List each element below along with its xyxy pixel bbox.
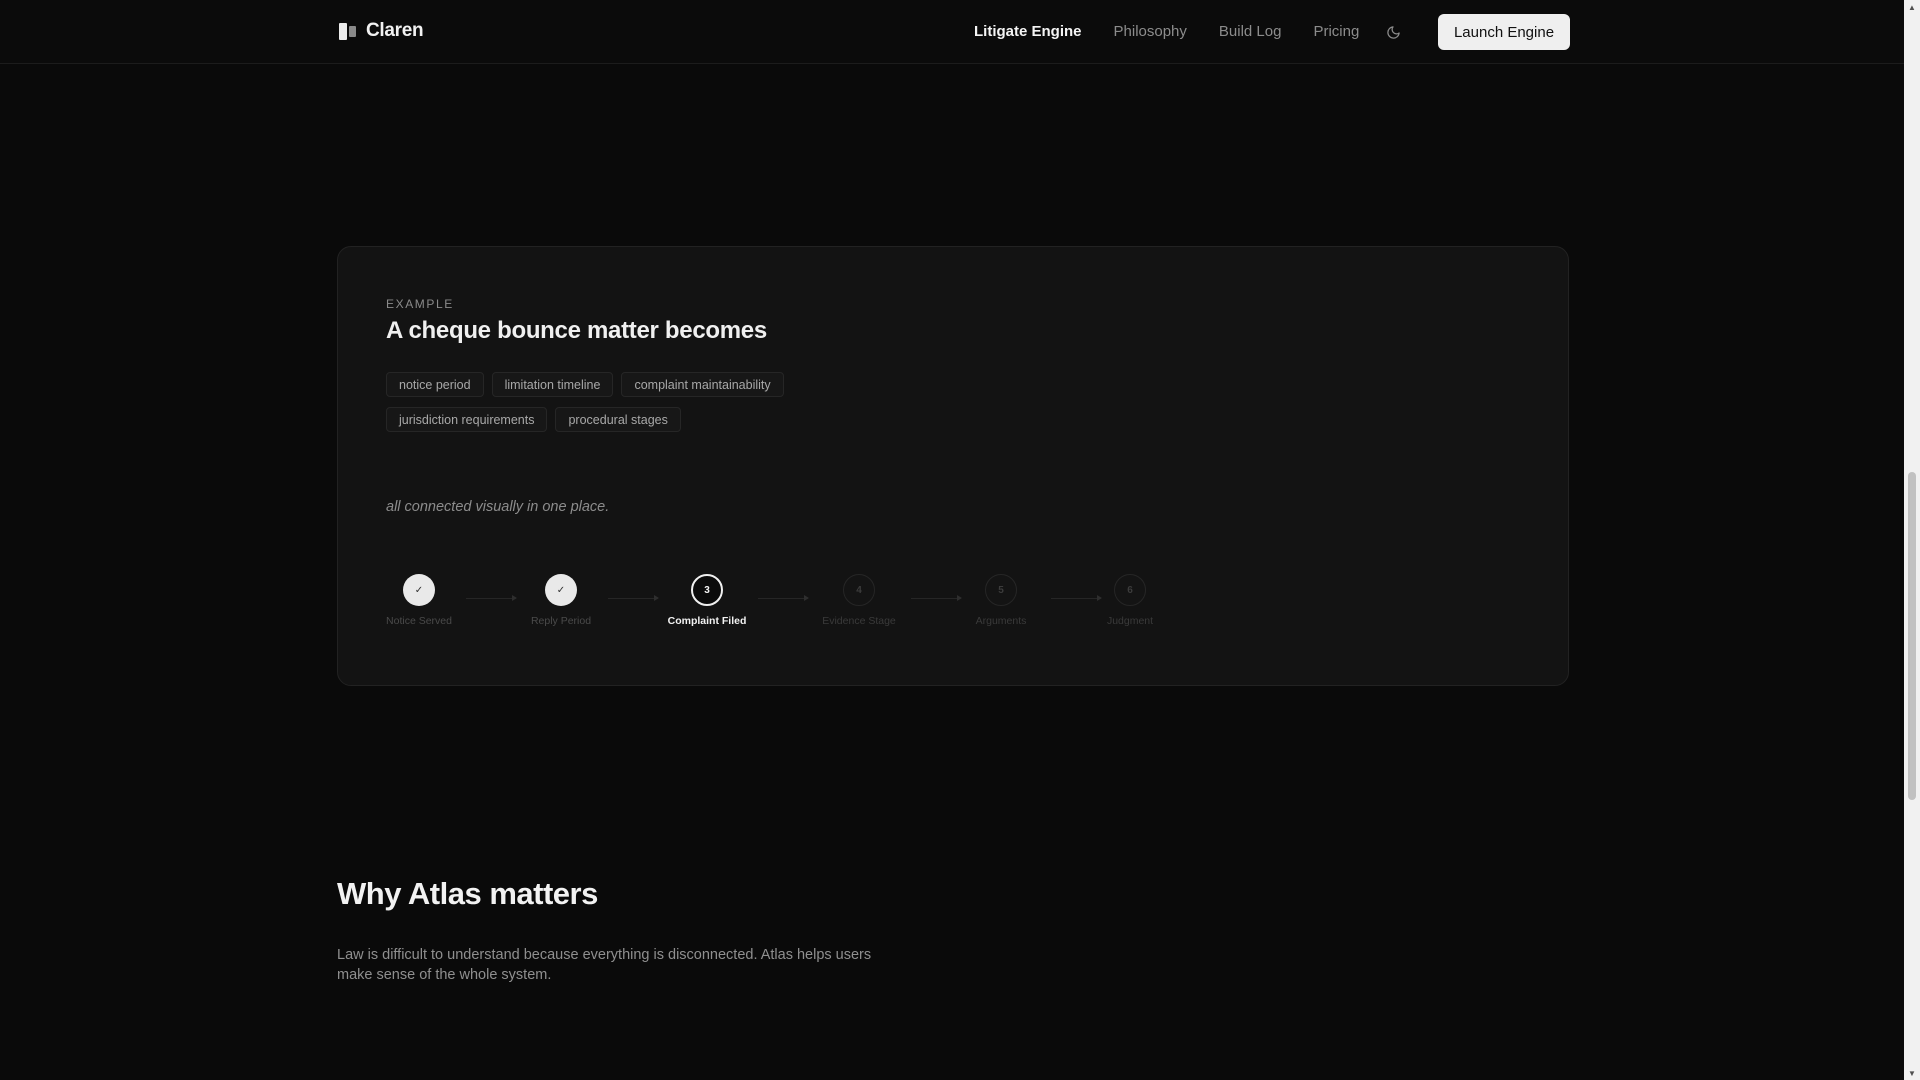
example-tagline: all connected visually in one place. — [386, 499, 610, 515]
step-label: Complaint Filed — [667, 615, 747, 627]
tag-procedural-stages: procedural stages — [555, 407, 681, 432]
example-card: EXAMPLE A cheque bounce matter becomes n… — [337, 246, 1569, 686]
example-eyebrow: EXAMPLE — [386, 297, 454, 311]
tag-limitation-timeline: limitation timeline — [491, 372, 614, 397]
tag-complaint-maintainability: complaint maintainability — [621, 372, 784, 397]
step-reply-period: ✓ Reply Period — [501, 574, 621, 627]
tag-jurisdiction-requirements: jurisdiction requirements — [386, 407, 548, 432]
nav-links: Litigate Engine Philosophy Build Log Pri… — [974, 23, 1359, 40]
scroll-up-icon[interactable]: ▲ — [1904, 0, 1920, 14]
launch-engine-button[interactable]: Launch Engine — [1438, 14, 1570, 50]
concept-tags: notice period limitation timeline compla… — [386, 372, 806, 432]
brand-logo-icon — [339, 22, 356, 40]
theme-toggle-button[interactable] — [1382, 21, 1404, 43]
step-check-icon: ✓ — [545, 574, 577, 606]
why-title: Why Atlas matters — [337, 876, 598, 911]
nav-link-philosophy[interactable]: Philosophy — [1114, 23, 1187, 40]
step-judgment: 6 Judgment — [1070, 574, 1190, 627]
tag-notice-period: notice period — [386, 372, 484, 397]
step-arguments: 5 Arguments — [941, 574, 1061, 627]
top-nav: Claren Litigate Engine Philosophy Build … — [0, 0, 1904, 64]
step-label: Reply Period — [530, 615, 592, 627]
example-title: A cheque bounce matter becomes — [386, 317, 767, 344]
nav-link-pricing[interactable]: Pricing — [1313, 23, 1359, 40]
brand-name: Claren — [366, 20, 424, 41]
scroll-thumb[interactable] — [1908, 472, 1916, 800]
nav-link-build-log[interactable]: Build Log — [1219, 23, 1282, 40]
step-notice-served: ✓ Notice Served — [359, 574, 479, 627]
step-label: Arguments — [975, 615, 1027, 627]
nav-link-litigate-engine[interactable]: Litigate Engine — [974, 23, 1082, 40]
page: Claren Litigate Engine Philosophy Build … — [0, 0, 1904, 1080]
step-label: Evidence Stage — [822, 615, 896, 627]
step-evidence-stage: 4 Evidence Stage — [799, 574, 919, 627]
step-number: 5 — [985, 574, 1017, 606]
step-label: Notice Served — [386, 615, 452, 627]
brand[interactable]: Claren — [339, 20, 424, 42]
step-label: Judgment — [1106, 615, 1154, 627]
step-complaint-filed: 3 Complaint Filed — [647, 574, 767, 627]
step-check-icon: ✓ — [403, 574, 435, 606]
step-number: 6 — [1114, 574, 1146, 606]
vertical-scrollbar[interactable]: ▲ ▼ — [1904, 0, 1920, 1080]
step-number: 3 — [691, 574, 723, 606]
scroll-down-icon[interactable]: ▼ — [1904, 1066, 1920, 1080]
moon-icon — [1386, 25, 1400, 39]
why-body: Law is difficult to understand because e… — [337, 947, 872, 983]
procedure-stepper: ✓ Notice Served ✓ Reply Period 3 Complai… — [386, 574, 1186, 634]
step-number: 4 — [843, 574, 875, 606]
